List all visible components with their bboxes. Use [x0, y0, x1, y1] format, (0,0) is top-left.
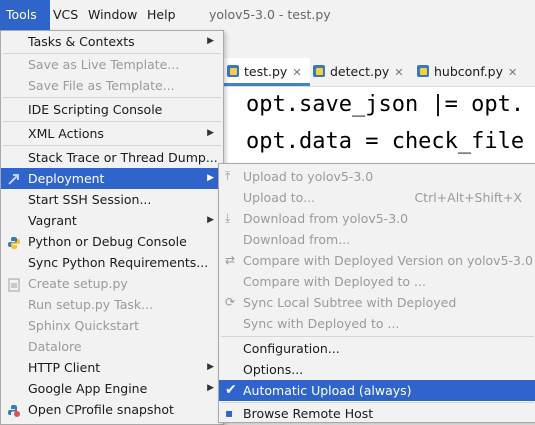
- submenu-item-sync-local-subtree[interactable]: ⟳ Sync Local Subtree with Deployed: [219, 292, 535, 313]
- menu-item-datalore[interactable]: Datalore: [1, 336, 223, 357]
- menu-item-sync-python-requirements[interactable]: Sync Python Requirements...: [1, 252, 223, 273]
- python-icon: [7, 235, 21, 249]
- menu-help[interactable]: Help: [147, 0, 176, 30]
- menu-item-ide-scripting-console[interactable]: IDE Scripting Console: [1, 99, 223, 120]
- menu-separator: [3, 97, 221, 98]
- tab-test-py[interactable]: test.py ✕: [220, 58, 310, 86]
- download-icon: ⤓: [225, 211, 231, 225]
- tab-detect-py[interactable]: detect.py ✕: [312, 58, 404, 86]
- menu-item-save-file-template[interactable]: Save File as Template...: [1, 75, 223, 96]
- python-file-icon: [7, 277, 21, 292]
- submenu-item-sync-deployed-to[interactable]: Sync with Deployed to ...: [219, 313, 535, 334]
- submenu-item-compare-deployed-to[interactable]: Compare with Deployed to ...: [219, 271, 535, 292]
- menu-item-tasks-contexts[interactable]: Tasks & Contexts ▶: [1, 31, 223, 52]
- submenu-arrow-icon: ▶: [207, 36, 214, 46]
- menu-item-xml-actions[interactable]: XML Actions ▶: [1, 123, 223, 144]
- python-file-icon: [226, 60, 240, 77]
- menu-window[interactable]: Window: [88, 0, 137, 30]
- menu-item-vagrant[interactable]: Vagrant ▶: [1, 210, 223, 231]
- menu-item-run-setup-py-task[interactable]: Run setup.py Task...: [1, 294, 223, 315]
- menu-separator: [3, 121, 221, 122]
- menu-item-start-ssh-session[interactable]: Start SSH Session...: [1, 189, 223, 210]
- code-line: opt.data = check_file: [246, 129, 525, 154]
- menu-item-sphinx-quickstart[interactable]: Sphinx Quickstart: [1, 315, 223, 336]
- submenu-arrow-icon: ▶: [207, 383, 214, 393]
- deployment-submenu: ⤒ Upload to yolov5-3.0 Upload to... Ctrl+A…: [218, 163, 535, 423]
- menu-vcs[interactable]: VCS: [53, 0, 78, 30]
- menu-item-python-debug-console[interactable]: Python or Debug Console: [1, 231, 223, 252]
- menu-item-open-cprofile-snapshot[interactable]: Open CProfile snapshot: [1, 399, 223, 420]
- checkmark-icon: ✔: [225, 382, 237, 398]
- profiler-icon: [7, 403, 21, 417]
- menu-item-deployment[interactable]: Deployment ▶: [1, 168, 223, 189]
- shortcut-label: Ctrl+Alt+Shift+X: [414, 190, 522, 205]
- submenu-item-automatic-upload[interactable]: ✔ Automatic Upload (always): [219, 380, 535, 401]
- submenu-item-upload-to[interactable]: Upload to... Ctrl+Alt+Shift+X: [219, 187, 535, 208]
- editor-tab-bar: test.py ✕ detect.py ✕ hubconf.py ✕: [220, 58, 535, 87]
- close-icon[interactable]: ✕: [292, 66, 301, 79]
- window-title: yolov5-3.0 - test.py: [209, 7, 331, 22]
- compare-icon: ⇄: [225, 253, 236, 267]
- python-file-icon: [416, 60, 430, 77]
- close-icon[interactable]: ✕: [508, 66, 517, 79]
- submenu-arrow-icon: ▶: [207, 362, 214, 372]
- submenu-arrow-icon: ▶: [207, 128, 214, 138]
- submenu-item-compare-deployed-version[interactable]: ⇄ Compare with Deployed Version on yolov5…: [219, 250, 535, 271]
- submenu-item-download-from-default[interactable]: ⤓ Download from yolov5-3.0: [219, 208, 535, 229]
- deployment-icon: [7, 172, 21, 186]
- menu-item-http-client[interactable]: HTTP Client ▶: [1, 357, 223, 378]
- submenu-arrow-icon: ▶: [207, 215, 214, 225]
- tab-hubconf-py[interactable]: hubconf.py ✕: [416, 58, 517, 86]
- menu-bar: Tools VCS Window Help yolov5-3.0 - test.…: [0, 0, 535, 30]
- menu-item-stack-trace[interactable]: Stack Trace or Thread Dump...: [1, 147, 223, 168]
- menu-separator: [221, 336, 534, 337]
- submenu-arrow-icon: ▶: [207, 173, 214, 183]
- menu-item-create-setup-py[interactable]: Create setup.py: [1, 273, 223, 294]
- python-file-icon: [312, 60, 326, 77]
- submenu-item-configuration[interactable]: Configuration...: [219, 338, 535, 359]
- close-icon[interactable]: ✕: [394, 66, 403, 79]
- upload-icon: ⤒: [225, 169, 231, 183]
- code-line: opt.save_json |= opt.: [246, 92, 525, 117]
- menu-separator: [3, 145, 221, 146]
- menu-tools[interactable]: Tools: [0, 0, 50, 30]
- tools-menu: Tasks & Contexts ▶ Save as Live Template.…: [0, 30, 224, 425]
- submenu-item-options[interactable]: Options...: [219, 359, 535, 380]
- menu-item-google-app-engine[interactable]: Google App Engine ▶: [1, 378, 223, 399]
- submenu-item-upload-to-default[interactable]: ⤒ Upload to yolov5-3.0: [219, 166, 535, 187]
- remote-host-icon: ▪: [225, 406, 234, 420]
- submenu-item-download-from[interactable]: Download from...: [219, 229, 535, 250]
- menu-item-save-live-template[interactable]: Save as Live Template...: [1, 54, 223, 75]
- sync-icon: ⟳: [225, 295, 236, 309]
